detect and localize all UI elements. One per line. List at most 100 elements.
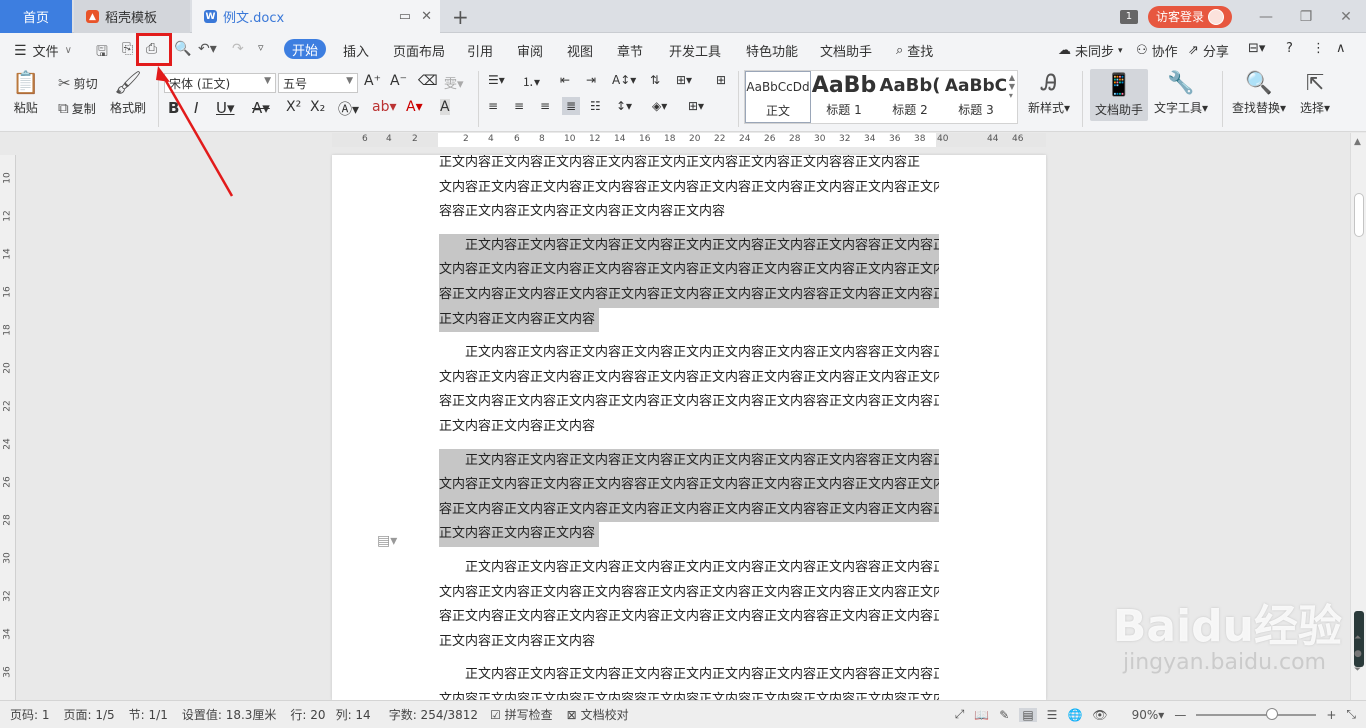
style-heading-3[interactable]: AaBbC 标题 3 (943, 71, 1009, 123)
web-view-icon[interactable]: 🌐 (1067, 708, 1082, 722)
format-painter-button[interactable]: 🖌 格式刷 (110, 71, 146, 116)
align-center-icon[interactable]: ≡ (514, 99, 524, 113)
scroll-thumb[interactable] (1354, 193, 1364, 237)
fullscreen-icon[interactable]: ⤢ (955, 707, 965, 722)
superscript-icon[interactable]: X² (286, 99, 301, 115)
strikethrough-icon[interactable]: A▾ (252, 99, 270, 117)
document-page[interactable]: 正文内容正文内容正文内容正文内容正文内正文内容正文内容正文内容容正文内容正 文内容… (332, 155, 1046, 700)
page-up-icon[interactable]: ⏶ (1354, 633, 1361, 643)
zoom-level[interactable]: 90%▾ (1132, 708, 1165, 722)
font-name-select[interactable]: 宋体 (正文) ▼ (164, 73, 276, 93)
paste-button[interactable]: 📋 粘贴 (12, 71, 39, 116)
shrink-font-icon[interactable]: A⁻ (390, 73, 407, 89)
char-shading-icon[interactable]: A (440, 99, 450, 115)
select-button[interactable]: ⇱ 选择▾ (1300, 71, 1330, 116)
status-col[interactable]: 列: 14 (336, 706, 371, 723)
toolbar-icon[interactable]: ⊟▾ (1248, 41, 1265, 56)
paragraph[interactable]: 正文内容正文内容正文内容正文内容正文内正文内容正文内容正文内容容正文内容正 文内容… (439, 663, 939, 700)
zoom-in-icon[interactable]: + (1326, 708, 1336, 722)
style-heading-2[interactable]: AaBb( 标题 2 (877, 71, 943, 123)
page-down-icon[interactable]: ⏷ (1354, 665, 1361, 675)
read-mode-icon[interactable]: 📖 (974, 708, 989, 722)
tab-references[interactable]: 引用 (467, 41, 493, 60)
tab-doc-assistant[interactable]: 文档助手 (820, 41, 872, 60)
grow-font-icon[interactable]: A⁺ (364, 73, 381, 89)
copy-button[interactable]: ⧉ 复制 (58, 99, 96, 117)
zoom-fit-icon[interactable]: ⤡ (1346, 707, 1356, 722)
paragraph[interactable]: 正文内容正文内容正文内容正文内容正文内正文内容正文内容正文内容容正文内容正 文内容… (439, 556, 939, 654)
save-icon[interactable]: 🖫 (96, 41, 108, 65)
undo-icon[interactable]: ↶▾ (198, 41, 217, 57)
collab-button[interactable]: ⚇ 协作 (1136, 41, 1178, 60)
tab-document[interactable]: W 例文.docx ▭ ✕ (192, 0, 440, 33)
justify-icon[interactable]: ≣ (562, 97, 581, 115)
border-icon[interactable]: ⊞▾ (688, 99, 704, 113)
font-color-icon[interactable]: A▾ (406, 99, 423, 115)
shading-icon[interactable]: ◈▾ (652, 99, 667, 113)
horizontal-ruler[interactable]: 6 4 2 2 4 6 8 10 12 14 16 18 20 22 24 26 28 30 32 34 36 38 40 4… (332, 133, 1046, 147)
paragraph[interactable]: 正文内容正文内容正文内容正文内容正文内正文内容正文内容正文内容容正文内容正 文内容… (439, 341, 939, 439)
redo-icon[interactable]: ↷ (232, 41, 244, 57)
gallery-scroll-icon[interactable]: ▲ ▼ ▾ (1009, 73, 1015, 100)
write-mode-icon[interactable]: ✎ (999, 708, 1009, 722)
minimize-icon[interactable]: — (1246, 9, 1286, 25)
file-menu[interactable]: ☰ 文件 ∨ (14, 41, 72, 61)
search-command[interactable]: ⌕ 查找 (896, 41, 933, 60)
status-page-number[interactable]: 页码: 1 (10, 706, 50, 723)
align-left-icon[interactable]: ≡ (488, 99, 498, 113)
font-size-select[interactable]: 五号 ▼ (278, 73, 358, 93)
zoom-slider[interactable] (1196, 707, 1317, 720)
bullet-list-icon[interactable]: ☰▾ (488, 73, 505, 87)
scroll-up-icon[interactable]: ▲ (1354, 137, 1361, 147)
collapse-ribbon-icon[interactable]: ∧ (1336, 41, 1346, 56)
vertical-ruler[interactable]: 10 12 14 16 18 20 22 24 26 28 30 32 34 36 (0, 155, 16, 700)
vertical-scrollbar[interactable]: ▲ ⏶ ● ⏷ (1350, 133, 1366, 700)
increase-indent-icon[interactable]: ⇥ (586, 73, 596, 87)
table-icon[interactable]: ⊞ (716, 73, 726, 87)
subscript-icon[interactable]: X₂ (310, 99, 325, 115)
zoom-out-icon[interactable]: — (1174, 708, 1186, 722)
restore-icon[interactable]: ❐ (1286, 9, 1326, 25)
chinese-layout-icon[interactable]: A↕▾ (612, 73, 636, 87)
phonetic-icon[interactable]: 雯▾ (444, 73, 464, 92)
numbered-list-icon[interactable]: ⒈▾ (522, 73, 540, 90)
sort-icon[interactable]: ⇅ (650, 73, 660, 87)
clear-format-icon[interactable]: ⌫ (418, 73, 438, 89)
tab-page-layout[interactable]: 页面布局 (393, 41, 445, 60)
paragraph[interactable]: 正文内容正文内容正文内容正文内容正文内正文内容正文内容正文内容容正文内容正 文内容… (439, 233, 939, 333)
italic-icon[interactable]: I (194, 99, 198, 117)
zoom-slider-knob[interactable] (1266, 707, 1279, 720)
print-preview-icon[interactable]: 🔍 (174, 41, 191, 57)
highlight-icon[interactable]: ab▾ (372, 99, 397, 115)
text-effect-icon[interactable]: Ⓐ▾ (338, 99, 359, 119)
doc-assistant-button[interactable]: 📱 文档助手 (1090, 69, 1148, 121)
style-normal[interactable]: AaBbCcDd 正文 (745, 71, 811, 123)
underline-icon[interactable]: U▾ (216, 99, 235, 117)
eye-protect-icon[interactable]: 👁 (1092, 708, 1107, 722)
page-view-icon[interactable]: ▤ (1019, 707, 1037, 722)
decrease-indent-icon[interactable]: ⇤ (560, 73, 570, 87)
tab-insert[interactable]: 插入 (343, 41, 369, 60)
help-icon[interactable]: ? (1286, 41, 1293, 56)
line-spacing-icon[interactable]: ↕▾ (616, 99, 632, 113)
status-section[interactable]: 节: 1/1 (129, 706, 168, 723)
export-icon[interactable]: ⎘ (122, 41, 133, 57)
new-tab-icon[interactable]: + (452, 5, 469, 29)
guest-login-button[interactable]: 访客登录 (1147, 5, 1232, 28)
paragraph-handle-icon[interactable]: ▤▾ (377, 533, 397, 549)
window-count-badge[interactable]: 1 (1119, 9, 1138, 24)
sync-button[interactable]: ☁ 未同步 ▾ (1058, 41, 1123, 60)
select-browse-icon[interactable]: ● (1354, 649, 1362, 659)
text-tools-button[interactable]: 🔧 文字工具▾ (1154, 71, 1208, 116)
tab-developer[interactable]: 开发工具 (669, 41, 721, 60)
close-window-icon[interactable]: ✕ (1326, 9, 1366, 25)
paragraph[interactable]: 正文内容正文内容正文内容正文内容正文内正文内容正文内容正文内容容正文内容正 文内容… (439, 155, 939, 225)
tab-review[interactable]: 审阅 (517, 41, 543, 60)
cut-button[interactable]: ✂ 剪切 (58, 74, 98, 92)
tab-start[interactable]: 开始 (284, 39, 327, 59)
outline-view-icon[interactable]: ☰ (1047, 708, 1058, 722)
tab-special[interactable]: 特色功能 (746, 41, 798, 60)
tab-template[interactable]: ▲ 稻壳模板 (74, 0, 190, 33)
find-replace-button[interactable]: 🔍 查找替换▾ (1232, 71, 1286, 116)
status-setting[interactable]: 设置值: 18.3厘米 (182, 706, 277, 723)
